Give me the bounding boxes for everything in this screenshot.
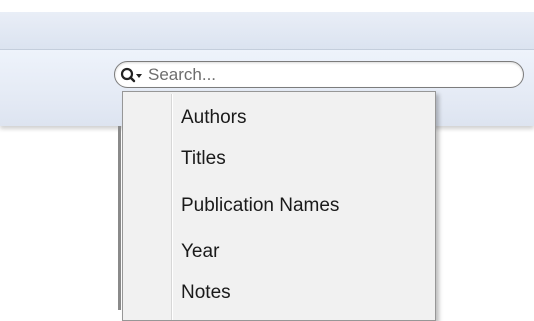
menu-item-year[interactable]: Year (181, 237, 219, 267)
chevron-down-icon (136, 74, 142, 78)
window-top-edge (0, 0, 534, 12)
menu-item-notes[interactable]: Notes (181, 278, 231, 308)
search-box (114, 61, 524, 88)
title-bar (0, 12, 534, 50)
menu-icon-gutter (171, 94, 173, 320)
menu-item-publication-names[interactable]: Publication Names (181, 191, 339, 221)
search-input[interactable] (148, 63, 508, 86)
menu-item-authors[interactable]: Authors (181, 103, 246, 133)
search-field-menu: Authors Titles Publication Names Year No… (122, 91, 436, 321)
window-divider (118, 126, 121, 310)
menu-item-titles[interactable]: Titles (181, 144, 226, 174)
search-options-button[interactable] (119, 65, 149, 85)
